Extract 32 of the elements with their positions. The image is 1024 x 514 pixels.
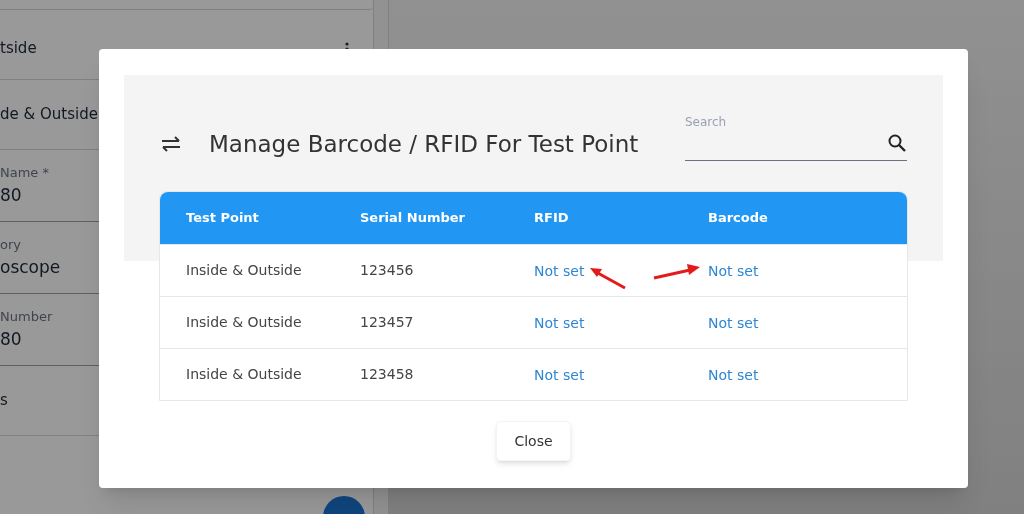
field-label: ory bbox=[0, 236, 21, 254]
list-text: tside bbox=[0, 38, 37, 60]
column-header: RFID bbox=[534, 209, 570, 228]
rfid-link[interactable]: Not set bbox=[534, 366, 585, 383]
field-value: 80 bbox=[0, 183, 22, 207]
search-icon[interactable] bbox=[887, 133, 907, 153]
table-cell-text: Inside & Outside bbox=[186, 261, 303, 280]
list-text: s bbox=[0, 390, 8, 412]
column-header: Barcode bbox=[708, 209, 769, 228]
table-cell-text: 123458 bbox=[360, 365, 415, 384]
table-cell-text: Inside & Outside bbox=[186, 365, 303, 384]
table-cell-text: Inside & Outside bbox=[186, 313, 303, 332]
barcode-link[interactable]: Not set bbox=[708, 366, 759, 383]
field-value: 80 bbox=[0, 327, 22, 351]
table-cell-text: 123457 bbox=[360, 313, 415, 332]
field-label: Number bbox=[0, 308, 53, 326]
swap-arrows-icon bbox=[160, 135, 182, 153]
barcode-link[interactable]: Not set bbox=[708, 262, 759, 279]
arrow-annotation bbox=[652, 262, 702, 282]
search-field[interactable]: Search bbox=[685, 113, 907, 161]
close-button[interactable]: Close bbox=[496, 421, 571, 461]
search-label: Search bbox=[685, 114, 727, 131]
list-text: de & Outside bbox=[0, 104, 98, 126]
column-header: Serial Number bbox=[360, 209, 466, 228]
field-value: oscope bbox=[0, 255, 61, 279]
rfid-link[interactable]: Not set bbox=[534, 262, 585, 279]
table-cell-text: 123456 bbox=[360, 261, 415, 280]
rfid-link[interactable]: Not set bbox=[534, 314, 585, 331]
column-header: Test Point bbox=[186, 209, 260, 228]
barcode-link[interactable]: Not set bbox=[708, 314, 759, 331]
field-label: Name * bbox=[0, 164, 49, 182]
dialog-title: Manage Barcode / RFID For Test Point bbox=[209, 129, 639, 159]
